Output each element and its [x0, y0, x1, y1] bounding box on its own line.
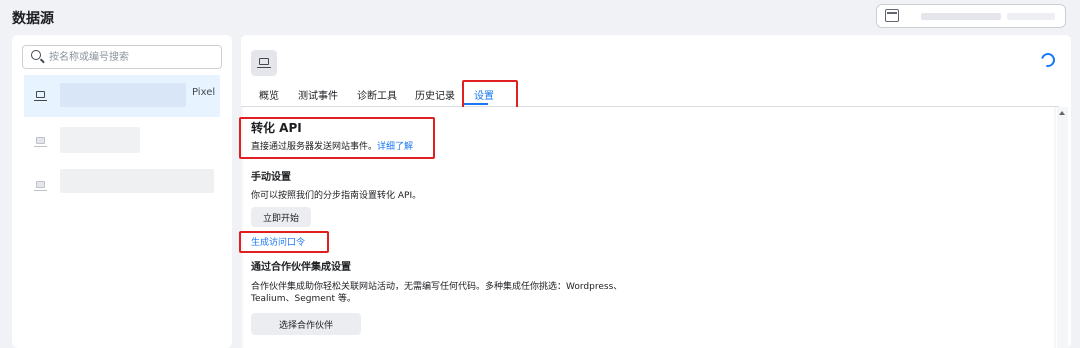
scroll-up-arrow-icon[interactable] [1059, 111, 1065, 115]
tab-overview[interactable]: 概览 [259, 87, 279, 102]
source-name-redacted [60, 169, 214, 193]
partner-setup-description-line2: Tealium、Segment 等。 [251, 294, 356, 304]
partner-setup-heading: 通过合作伙伴集成设置 [251, 262, 351, 273]
source-item[interactable] [24, 165, 220, 207]
search-icon [31, 50, 41, 60]
tab-diagnostics[interactable]: 诊断工具 [357, 87, 397, 102]
manual-setup-description: 你可以按照我们的分步指南设置转化 API。 [251, 191, 422, 201]
monitor-icon [34, 91, 47, 101]
source-item-pixel[interactable]: Pixel [24, 75, 220, 117]
loading-spinner-icon [1038, 50, 1058, 70]
choose-partner-button[interactable]: 选择合作伙伴 [251, 313, 361, 335]
start-now-button[interactable]: 立即开始 [251, 207, 311, 227]
monitor-icon [257, 58, 271, 68]
conversion-api-highlight [239, 117, 435, 159]
source-item[interactable] [24, 121, 220, 163]
settings-tab-highlight [462, 80, 518, 109]
generate-token-highlight [239, 231, 329, 253]
data-source-list-panel: Pixel [12, 35, 232, 348]
account-name-redacted [921, 13, 1001, 20]
monitor-icon [34, 137, 47, 147]
monitor-icon [34, 181, 47, 191]
source-name-redacted [60, 127, 140, 153]
tab-test-events[interactable]: 测试事件 [298, 87, 338, 102]
account-selector[interactable] [876, 4, 1066, 28]
source-type-label: Pixel [192, 87, 216, 98]
page-title: 数据源 [12, 11, 54, 27]
data-source-detail-panel: 概览 测试事件 诊断工具 历史记录 设置 转化 API 直接通过服务器发送网站事… [239, 35, 1071, 348]
pixel-icon-box [251, 50, 277, 76]
source-name-redacted [60, 83, 186, 107]
account-icon [885, 9, 899, 22]
tab-history[interactable]: 历史记录 [415, 87, 455, 102]
search-input[interactable] [49, 48, 217, 66]
search-box[interactable] [22, 45, 222, 69]
scrollbar[interactable] [1057, 107, 1068, 348]
account-id-redacted [1007, 13, 1055, 20]
manual-setup-heading: 手动设置 [251, 172, 291, 183]
